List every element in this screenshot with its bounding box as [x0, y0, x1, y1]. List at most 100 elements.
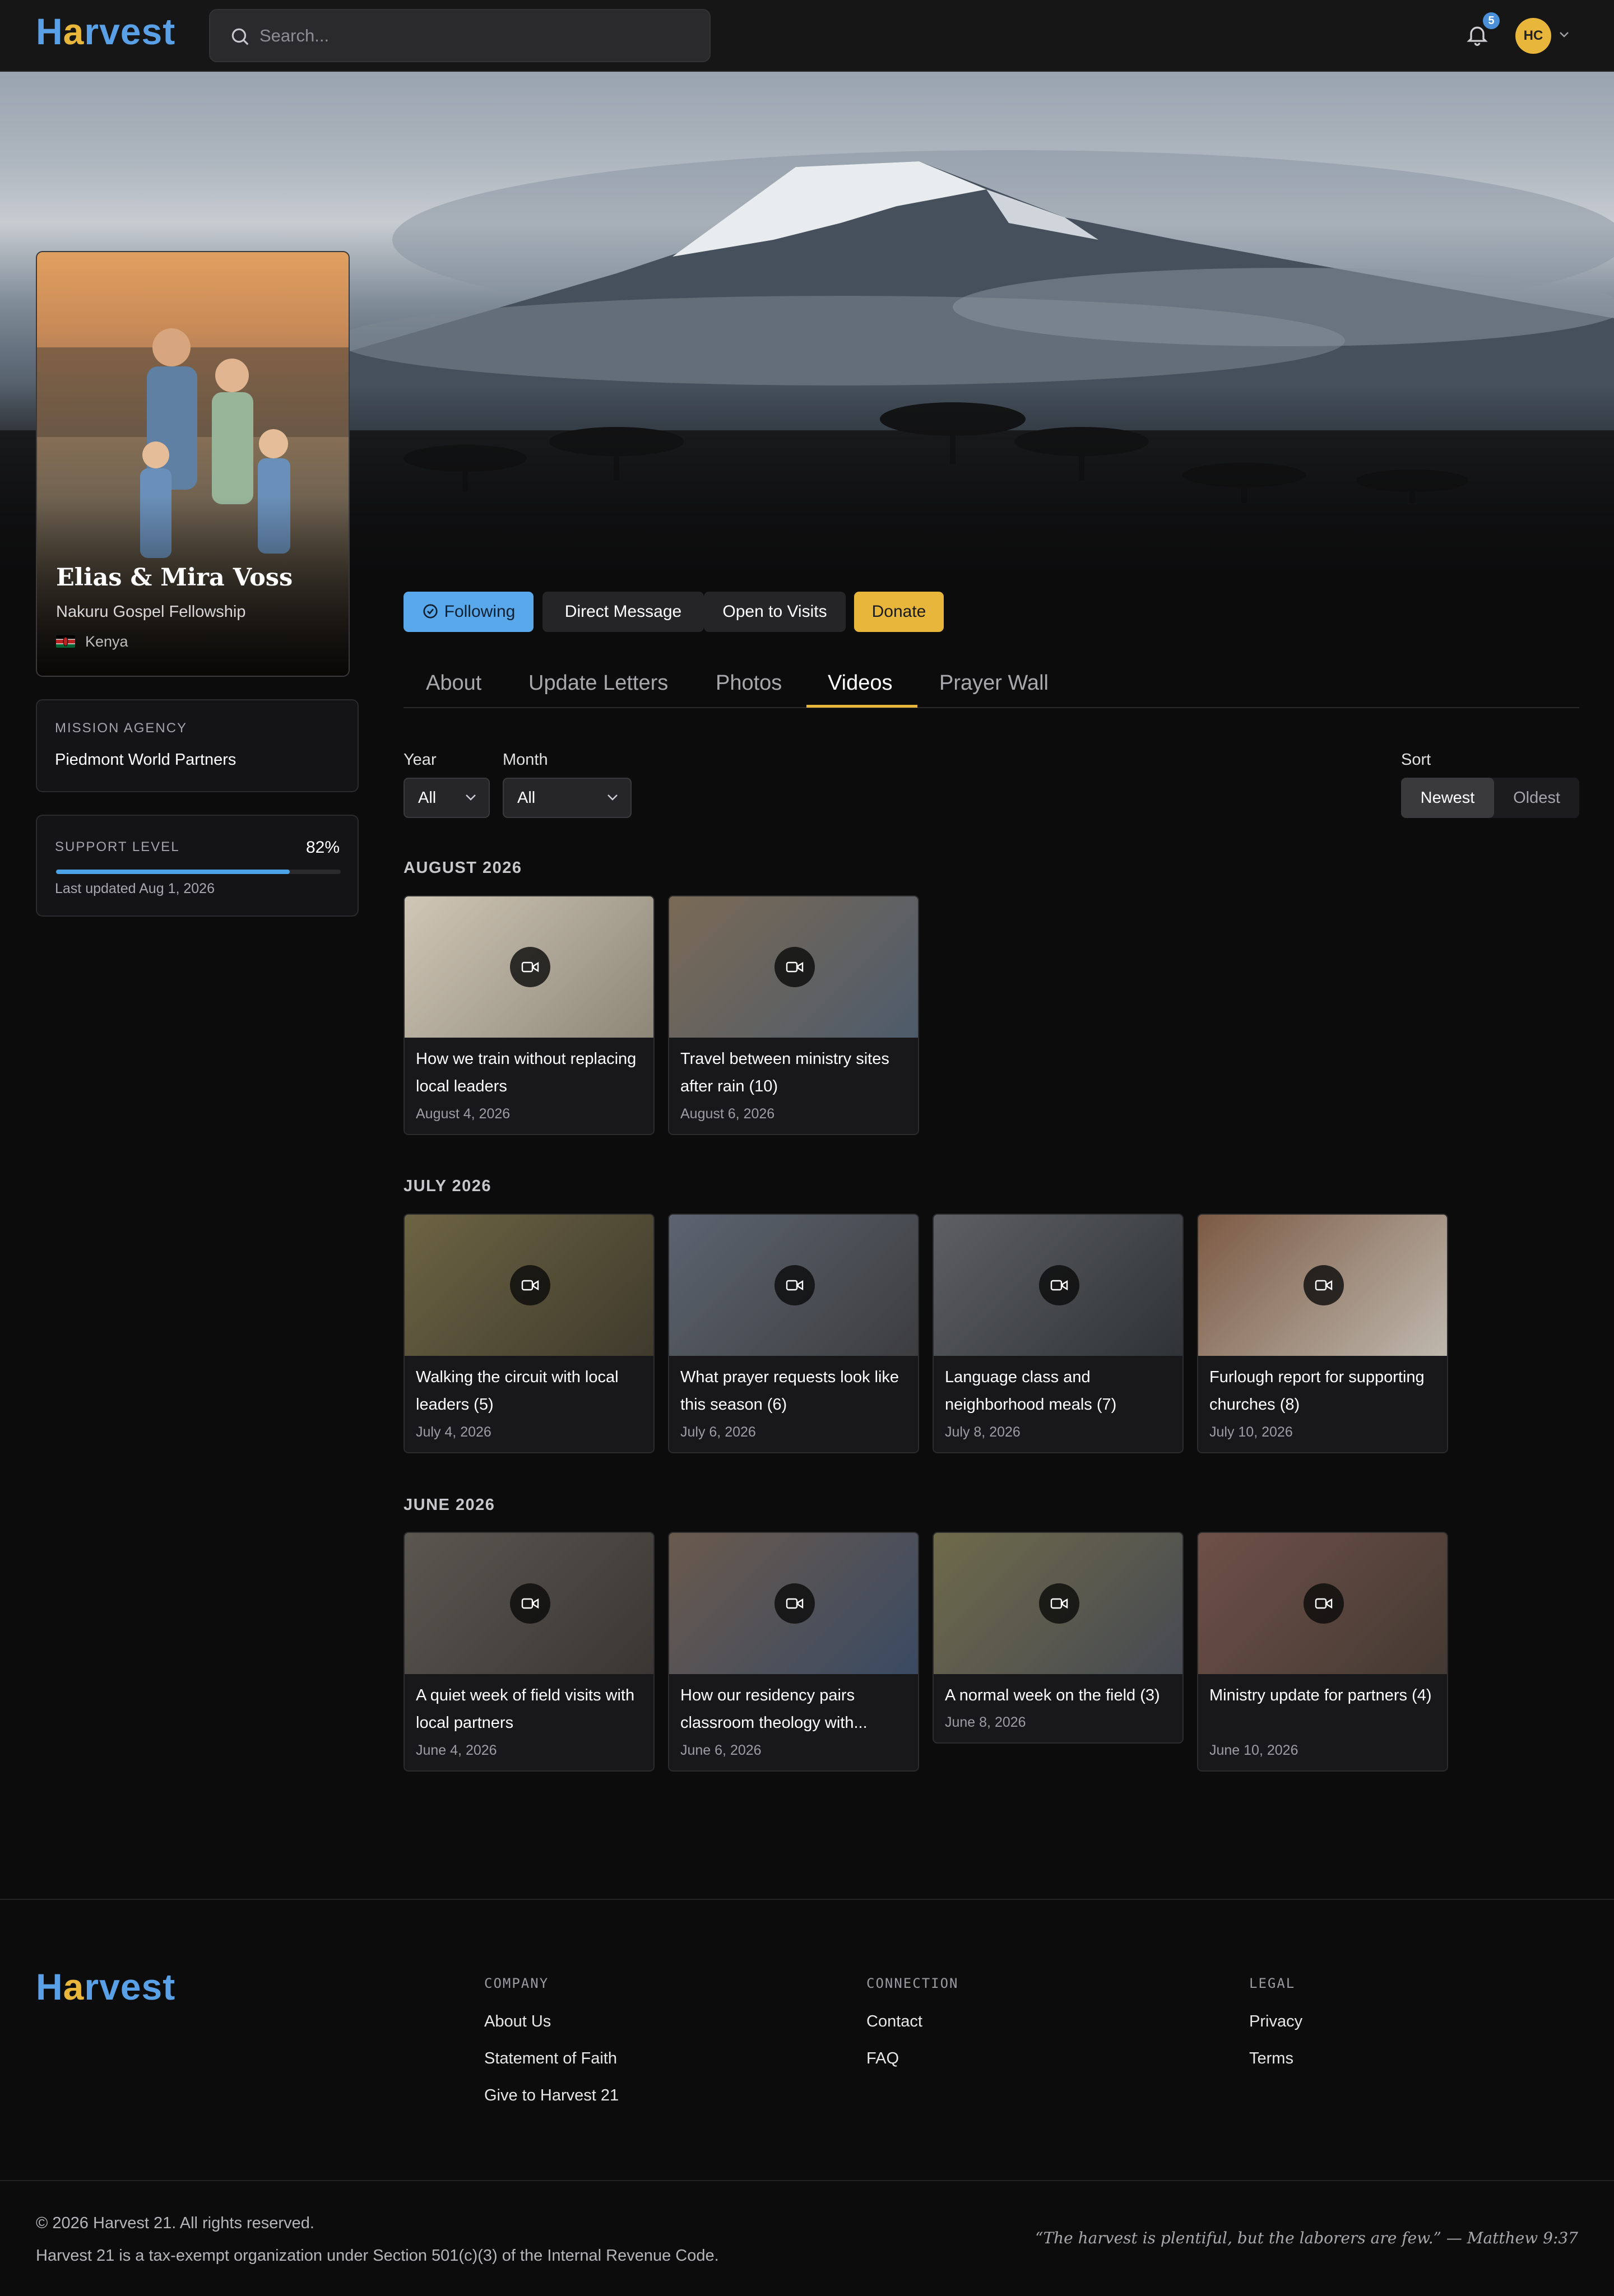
missionary-location: Kenya — [85, 633, 128, 650]
video-camera-icon[interactable] — [1304, 1265, 1344, 1305]
video-card[interactable]: Language class and neighborhood meals (7… — [933, 1214, 1184, 1453]
video-thumbnail[interactable] — [669, 1215, 918, 1356]
search-icon — [231, 28, 249, 45]
tab-videos[interactable]: Videos — [828, 671, 893, 695]
footer-link-terms[interactable]: Terms — [1249, 2049, 1293, 2068]
harvest-logo[interactable]: Harvest — [36, 10, 175, 53]
video-camera-icon[interactable] — [774, 1265, 815, 1305]
month-filter-label: Month — [503, 751, 548, 769]
video-camera-icon[interactable] — [1039, 1265, 1079, 1305]
following-button[interactable]: Following — [404, 592, 534, 632]
footer-link-faq[interactable]: FAQ — [866, 2049, 899, 2068]
video-camera-icon[interactable] — [510, 1265, 550, 1305]
user-avatar[interactable]: HC — [1515, 18, 1551, 54]
tab-update-letters[interactable]: Update Letters — [528, 671, 668, 695]
video-date: June 8, 2026 — [945, 1714, 1026, 1730]
video-thumbnail[interactable] — [1198, 1215, 1447, 1356]
video-thumbnail[interactable] — [405, 1533, 653, 1674]
video-date: June 10, 2026 — [1209, 1742, 1298, 1758]
video-camera-icon[interactable] — [774, 947, 815, 987]
video-card[interactable]: What prayer requests look like this seas… — [668, 1214, 919, 1453]
open-to-visits-button[interactable]: Open to Visits — [704, 592, 846, 632]
profile-tabs: About Update Letters Photos Videos Praye… — [404, 661, 1579, 708]
video-title[interactable]: What prayer requests look like this seas… — [680, 1364, 910, 1419]
chevron-down-icon[interactable] — [1558, 30, 1570, 39]
tab-photos[interactable]: Photos — [716, 671, 782, 695]
video-date: June 4, 2026 — [416, 1742, 497, 1758]
video-thumbnail[interactable] — [934, 1215, 1182, 1356]
footer-divider — [0, 2180, 1614, 2181]
check-circle-icon — [423, 604, 438, 619]
video-thumbnail[interactable] — [669, 896, 918, 1038]
video-card[interactable]: A normal week on the field (3) June 8, 20… — [933, 1532, 1184, 1744]
video-title[interactable]: Ministry update for partners (4) — [1209, 1682, 1439, 1709]
video-camera-icon[interactable] — [1304, 1583, 1344, 1624]
month-select-value: All — [517, 789, 536, 807]
video-thumbnail[interactable] — [669, 1533, 918, 1674]
video-date: August 6, 2026 — [680, 1106, 775, 1122]
video-title[interactable]: Language class and neighborhood meals (7… — [945, 1364, 1175, 1419]
year-select-value: All — [418, 789, 437, 807]
sort-oldest-button[interactable]: Oldest — [1494, 778, 1579, 818]
sort-newest-button[interactable]: Newest — [1401, 778, 1494, 818]
video-card[interactable]: Walking the circuit with local leaders (… — [404, 1214, 655, 1453]
footer-link-contact[interactable]: Contact — [866, 2013, 922, 2031]
video-card[interactable]: Furlough report for supporting churches … — [1197, 1214, 1448, 1453]
following-label: Following — [444, 602, 516, 621]
missionary-organization: Nakuru Gospel Fellowship — [56, 603, 246, 621]
month-heading: AUGUST 2026 — [404, 859, 522, 877]
video-thumbnail[interactable] — [405, 896, 653, 1038]
video-card[interactable]: How our residency pairs classroom theolo… — [668, 1532, 919, 1772]
video-camera-icon[interactable] — [774, 1583, 815, 1624]
footer-scripture-quote: “The harvest is plentiful, but the labor… — [1035, 2229, 1578, 2247]
video-camera-icon[interactable] — [510, 1583, 550, 1624]
month-select[interactable]: All — [503, 778, 632, 818]
video-title[interactable]: How we train without replacing local lea… — [416, 1045, 646, 1100]
direct-message-button[interactable]: Direct Message — [542, 592, 704, 632]
video-thumbnail[interactable] — [934, 1533, 1182, 1674]
video-title[interactable]: Furlough report for supporting churches … — [1209, 1364, 1439, 1419]
tab-about[interactable]: About — [426, 671, 481, 695]
mission-agency-box: MISSION AGENCY Piedmont World Partners — [36, 699, 359, 792]
video-camera-icon[interactable] — [1039, 1583, 1079, 1624]
chevron-down-icon — [466, 794, 476, 801]
video-thumbnail[interactable] — [405, 1215, 653, 1356]
video-card[interactable]: Travel between ministry sites after rain… — [668, 895, 919, 1135]
month-heading: JUNE 2026 — [404, 1496, 495, 1514]
video-camera-icon[interactable] — [510, 947, 550, 987]
logo-accent-letter: a — [63, 11, 85, 52]
video-title[interactable]: A normal week on the field (3) — [945, 1682, 1175, 1709]
donate-button[interactable]: Donate — [854, 592, 944, 632]
video-card[interactable]: Ministry update for partners (4) June 10,… — [1197, 1532, 1448, 1772]
video-title[interactable]: How our residency pairs classroom theolo… — [680, 1682, 910, 1737]
missionary-name: Elias & Mira Voss — [56, 564, 293, 592]
tab-prayer-wall[interactable]: Prayer Wall — [939, 671, 1049, 695]
video-thumbnail[interactable] — [1198, 1533, 1447, 1674]
footer-harvest-logo[interactable]: Harvest — [36, 1965, 175, 2008]
logo-accent-letter: a — [63, 1966, 85, 2007]
profile-photo-card: Elias & Mira Voss Nakuru Gospel Fellowsh… — [36, 251, 350, 677]
mission-agency-label: MISSION AGENCY — [55, 721, 188, 736]
footer-link-give[interactable]: Give to Harvest 21 — [484, 2086, 619, 2105]
support-level-percent: 82% — [305, 838, 340, 857]
kenya-flag-icon — [56, 635, 75, 648]
footer-link-about-us[interactable]: About Us — [484, 2013, 551, 2031]
footer-company-heading: COMPANY — [484, 1976, 549, 1991]
video-date: July 6, 2026 — [680, 1424, 756, 1440]
footer-link-statement-of-faith[interactable]: Statement of Faith — [484, 2049, 617, 2068]
support-level-box: SUPPORT LEVEL 82% Last updated Aug 1, 20… — [36, 815, 359, 917]
year-select[interactable]: All — [404, 778, 490, 818]
search-input[interactable]: Search... — [209, 9, 711, 62]
video-title[interactable]: A quiet week of field visits with local … — [416, 1682, 646, 1737]
video-card[interactable]: How we train without replacing local lea… — [404, 895, 655, 1135]
video-title[interactable]: Walking the circuit with local leaders (… — [416, 1364, 646, 1419]
active-tab-underline — [806, 705, 917, 708]
footer-link-privacy[interactable]: Privacy — [1249, 2013, 1302, 2031]
support-level-label: SUPPORT LEVEL — [55, 839, 180, 854]
video-title[interactable]: Travel between ministry sites after rain… — [680, 1045, 910, 1100]
footer-copyright: © 2026 Harvest 21. All rights reserved. — [36, 2214, 314, 2232]
video-card[interactable]: A quiet week of field visits with local … — [404, 1532, 655, 1772]
logo-rest: rvest — [84, 1966, 176, 2007]
logo-letter: H — [36, 11, 63, 52]
chevron-down-icon — [607, 794, 618, 801]
